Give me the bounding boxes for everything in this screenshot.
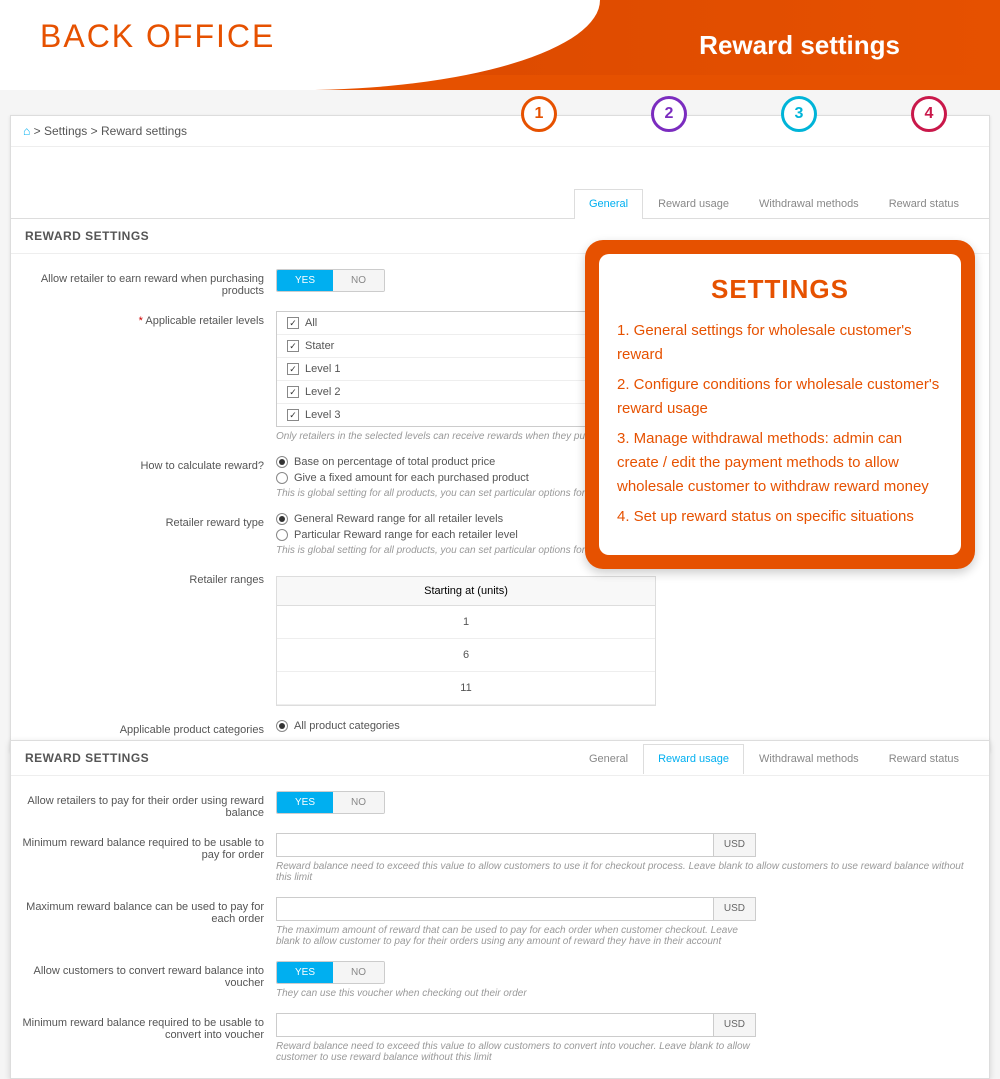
- tab2-withdrawal[interactable]: Withdrawal methods: [744, 744, 874, 773]
- max-balance-help: The maximum amount of reward that can be…: [276, 925, 756, 947]
- page-header: BACK OFFICE Reward settings: [0, 0, 1000, 90]
- callout-item-4: 4. Set up reward status on specific situ…: [617, 505, 943, 529]
- label-reward-type: Retailer reward type: [21, 513, 276, 529]
- range-header: Starting at (units): [277, 577, 655, 606]
- tab2-general[interactable]: General: [574, 744, 643, 773]
- badge-4: 4: [911, 96, 947, 132]
- label-min-convert: Minimum reward balance required to be us…: [21, 1013, 276, 1041]
- label-convert: Allow customers to convert reward balanc…: [21, 961, 276, 989]
- check-stater[interactable]: ✓Stater: [277, 335, 595, 358]
- suffix-usd-3: USD: [714, 1013, 756, 1037]
- check-level2[interactable]: ✓Level 2: [277, 381, 595, 404]
- toggle-convert[interactable]: YES NO: [276, 961, 385, 984]
- tab-reward-usage[interactable]: Reward usage: [643, 189, 744, 218]
- step-badges: 1 2 3 4: [494, 96, 974, 136]
- toggle3-no[interactable]: NO: [333, 962, 384, 983]
- tab-general[interactable]: General: [574, 189, 643, 219]
- check-level3[interactable]: ✓Level 3: [277, 404, 595, 426]
- tabs-row: General Reward usage Withdrawal methods …: [11, 185, 989, 219]
- badge-3: 3: [781, 96, 817, 132]
- callout-item-2: 2. Configure conditions for wholesale cu…: [617, 373, 943, 421]
- back-office-title: BACK OFFICE: [40, 18, 275, 55]
- tab-reward-status[interactable]: Reward status: [874, 189, 974, 218]
- toggle-allow-earn[interactable]: YES NO: [276, 269, 385, 292]
- home-icon[interactable]: ⌂: [23, 124, 30, 138]
- badge-1: 1: [521, 96, 557, 132]
- levels-checklist: ✓All ✓Stater ✓Level 1 ✓Level 2 ✓Level 3: [276, 311, 596, 427]
- breadcrumb-level1[interactable]: Settings: [44, 124, 87, 138]
- min-balance-help: Reward balance need to exceed this value…: [276, 861, 969, 883]
- toggle3-yes[interactable]: YES: [277, 962, 333, 983]
- label-levels: * Applicable retailer levels: [21, 311, 276, 327]
- label-categories: Applicable product categories: [21, 720, 276, 736]
- toggle-allow-pay[interactable]: YES NO: [276, 791, 385, 814]
- range-row-3[interactable]: 11: [277, 672, 655, 705]
- label-allow-pay: Allow retailers to pay for their order u…: [21, 791, 276, 819]
- input-max-balance[interactable]: [276, 897, 714, 921]
- callout-title: SETTINGS: [617, 274, 943, 305]
- check-all[interactable]: ✓All: [277, 312, 595, 335]
- range-table: Starting at (units) 1 6 11: [276, 576, 656, 706]
- range-row-1[interactable]: 1: [277, 606, 655, 639]
- label-max-balance: Maximum reward balance can be used to pa…: [21, 897, 276, 925]
- label-calculate: How to calculate reward?: [21, 456, 276, 472]
- radio-all-categories[interactable]: All product categories: [276, 720, 969, 732]
- input-min-balance[interactable]: [276, 833, 714, 857]
- input-min-convert[interactable]: [276, 1013, 714, 1037]
- tab2-reward-usage[interactable]: Reward usage: [643, 744, 744, 774]
- page-subtitle: Reward settings: [699, 30, 900, 61]
- panel2-title: REWARD SETTINGS: [11, 741, 163, 775]
- settings-callout: SETTINGS 1. General settings for wholesa…: [585, 240, 975, 569]
- check-level1[interactable]: ✓Level 1: [277, 358, 595, 381]
- label-allow-earn: Allow retailer to earn reward when purch…: [21, 269, 276, 297]
- label-ranges: Retailer ranges: [21, 570, 276, 586]
- convert-help: They can use this voucher when checking …: [276, 988, 969, 999]
- tab2-reward-status[interactable]: Reward status: [874, 744, 974, 773]
- label-min-balance: Minimum reward balance required to be us…: [21, 833, 276, 861]
- callout-item-1: 1. General settings for wholesale custom…: [617, 319, 943, 367]
- tab-withdrawal[interactable]: Withdrawal methods: [744, 189, 874, 218]
- toggle-no[interactable]: NO: [333, 270, 384, 291]
- suffix-usd-1: USD: [714, 833, 756, 857]
- toggle2-no[interactable]: NO: [333, 792, 384, 813]
- range-row-2[interactable]: 6: [277, 639, 655, 672]
- breadcrumb-level2[interactable]: Reward settings: [101, 124, 187, 138]
- min-convert-help: Reward balance need to exceed this value…: [276, 1041, 756, 1063]
- toggle-yes[interactable]: YES: [277, 270, 333, 291]
- callout-item-3: 3. Manage withdrawal methods: admin can …: [617, 427, 943, 499]
- suffix-usd-2: USD: [714, 897, 756, 921]
- reward-usage-panel: REWARD SETTINGS General Reward usage Wit…: [10, 740, 990, 1079]
- toggle2-yes[interactable]: YES: [277, 792, 333, 813]
- badge-2: 2: [651, 96, 687, 132]
